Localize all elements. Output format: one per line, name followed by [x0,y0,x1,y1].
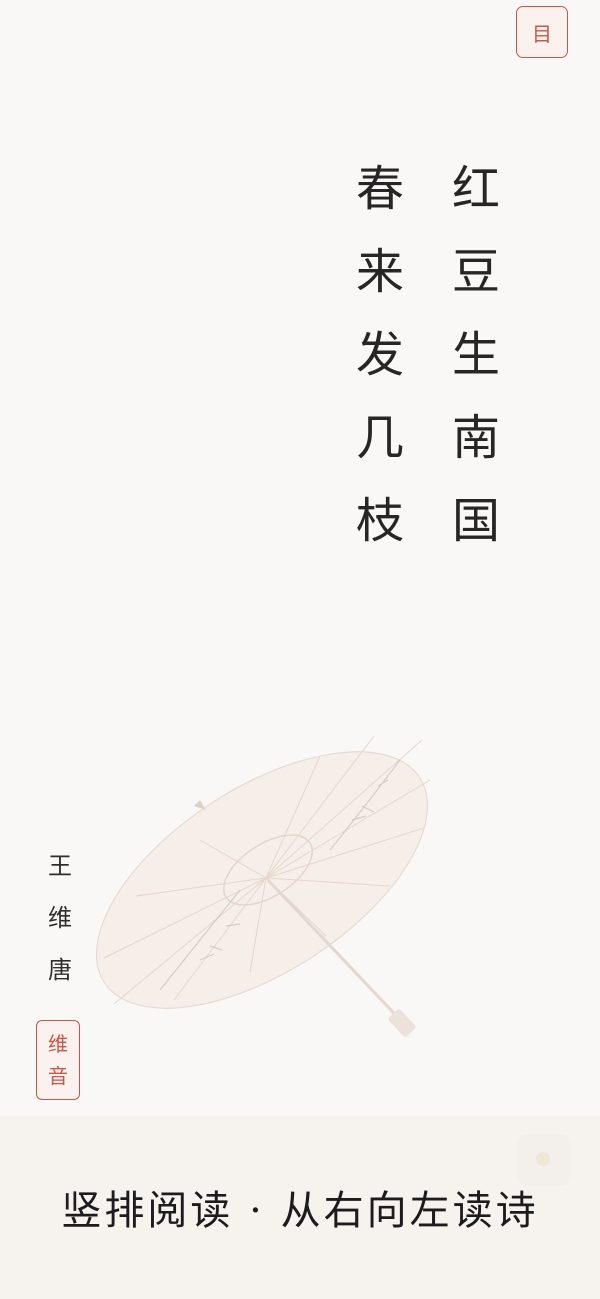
poem-line-2: 春 来 发 几 枝 [350,148,410,563]
poem-card: 目 红 豆 生 南 国 春 来 发 几 枝 王 维 唐 维 音 竖排阅读 · 从… [0,0,600,1299]
menu-button[interactable]: 目 [516,6,568,58]
list-icon: 目 [532,21,552,46]
seal-char: 维 [48,1032,68,1056]
seal-stamp: 维 音 [36,1020,80,1100]
poem-char: 生 [451,327,500,383]
poem-char: 国 [451,493,500,549]
author-char: 王 [48,852,72,880]
poem-char: 几 [355,410,404,466]
poem-char: 发 [355,327,404,383]
author-char: 维 [48,904,72,932]
author-column: 王 维 唐 [38,840,82,996]
poem-char: 南 [451,410,500,466]
poem-char: 豆 [451,244,500,300]
poem-char: 春 [355,161,404,217]
poem-char: 来 [355,244,404,300]
poem-line-1: 红 豆 生 南 国 [446,148,506,563]
umbrella-illustration [95,735,431,1037]
seal-char: 音 [48,1064,68,1088]
dynasty: 唐 [48,956,72,984]
poem-char: 红 [451,161,500,217]
reading-caption: 竖排阅读 · 从右向左读诗 [61,1188,539,1234]
dot-icon [536,1152,550,1166]
poem-char: 枝 [355,493,404,549]
